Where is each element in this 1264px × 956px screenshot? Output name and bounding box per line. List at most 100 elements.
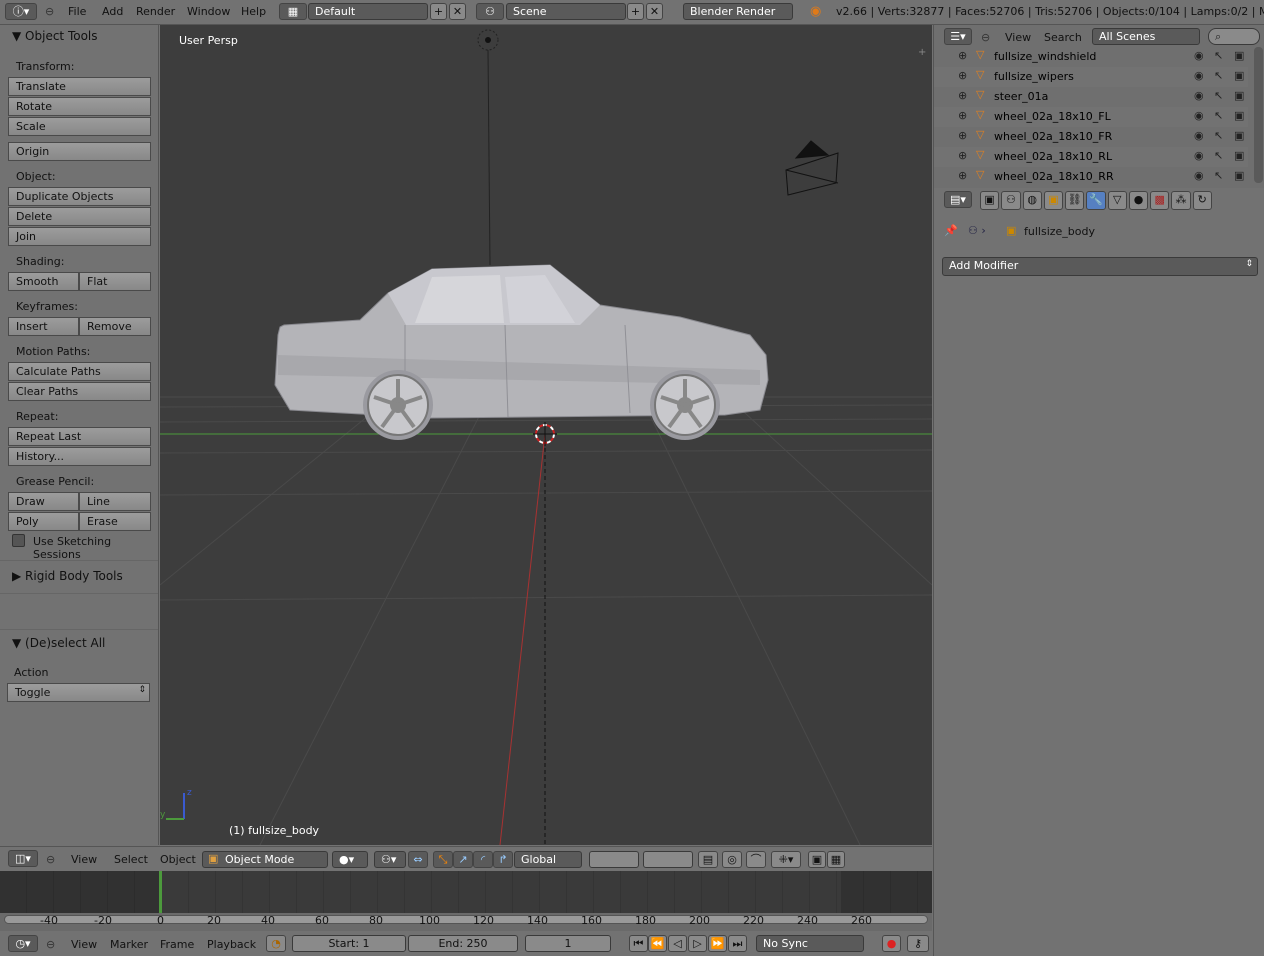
list-item[interactable]: ⊕ ▽ wheel_02a_18x10_FR ◉ ↖ ▣ (934, 127, 1248, 147)
join-button[interactable]: Join (8, 227, 151, 246)
manipulator-icon[interactable]: ⇔ (408, 851, 428, 868)
visibility-eye-icon[interactable]: ◉ (1194, 69, 1204, 82)
visibility-eye-icon[interactable]: ◉ (1194, 109, 1204, 122)
add-layout-button[interactable]: + (430, 3, 447, 20)
remove-keyframe-button[interactable]: Remove (79, 317, 151, 336)
list-item[interactable]: ⊕ ▽ fullsize_windshield ◉ ↖ ▣ (934, 47, 1248, 67)
collapse-icon[interactable]: ⊖ (46, 938, 55, 951)
render-camera-icon[interactable]: ▣ (1234, 109, 1244, 122)
menu-view[interactable]: View (71, 853, 97, 866)
select-cursor-icon[interactable]: ↖ (1214, 149, 1223, 162)
select-cursor-icon[interactable]: ↖ (1214, 49, 1223, 62)
outliner-scrollbar[interactable] (1254, 47, 1263, 183)
flat-button[interactable]: Flat (79, 272, 151, 291)
jump-start-icon[interactable]: ⏮ (629, 935, 648, 952)
render-camera-icon[interactable]: ▣ (1234, 69, 1244, 82)
outliner-search-field[interactable]: ⌕ (1208, 28, 1260, 45)
expand-icon[interactable]: ⊕ (958, 109, 967, 122)
constraints-tab-icon[interactable]: ⛓ (1065, 191, 1085, 210)
scene-tab-icon[interactable]: ⚇ (1001, 191, 1021, 210)
origin-button[interactable]: Origin (8, 142, 151, 161)
menu-help[interactable]: Help (241, 5, 266, 18)
clear-paths-button[interactable]: Clear Paths (8, 382, 151, 401)
play-icon[interactable]: ▷ (688, 935, 707, 952)
tl-menu-view[interactable]: View (71, 938, 97, 951)
select-cursor-icon[interactable]: ↖ (1214, 69, 1223, 82)
preview-range-icon[interactable]: ◔ (266, 935, 286, 952)
list-item[interactable]: ⊕ ▽ steer_01a ◉ ↖ ▣ (934, 87, 1248, 107)
render-engine-select[interactable]: Blender Render (683, 3, 793, 20)
collapse-icon[interactable]: ⊖ (46, 853, 55, 866)
sketching-checkbox[interactable] (12, 534, 25, 547)
render-tab-icon[interactable]: ▣ (980, 191, 1000, 210)
menu-window[interactable]: Window (187, 5, 230, 18)
current-frame-field[interactable]: 1 (525, 935, 611, 952)
properties-editor-icon[interactable]: ▤▾ (944, 191, 972, 208)
select-cursor-icon[interactable]: ↖ (1214, 129, 1223, 142)
render-anim-icon[interactable]: ▦ (827, 851, 845, 868)
play-reverse-icon[interactable]: ◁ (668, 935, 687, 952)
visibility-eye-icon[interactable]: ◉ (1194, 129, 1204, 142)
rotate-button[interactable]: Rotate (8, 97, 151, 116)
3d-viewport[interactable]: z y User Persp (1) fullsize_body + (160, 25, 932, 845)
tl-menu-frame[interactable]: Frame (160, 938, 194, 951)
erase-button[interactable]: Erase (79, 512, 151, 531)
add-modifier-select[interactable]: Add Modifier ⇕ (942, 257, 1258, 276)
menu-object[interactable]: Object (160, 853, 196, 866)
deselect-all-header[interactable]: ▼ (De)select All (12, 636, 105, 650)
tl-menu-marker[interactable]: Marker (110, 938, 148, 951)
keying-set-icon[interactable]: ⚷ (907, 935, 929, 952)
collapse-icon[interactable]: ⊖ (981, 31, 990, 44)
screen-layout-field[interactable]: Default (308, 3, 428, 20)
expand-icon[interactable]: ⊕ (958, 169, 967, 182)
render-opengl-icon[interactable]: ▣ (808, 851, 826, 868)
history-button[interactable]: History... (8, 447, 151, 466)
end-frame-field[interactable]: End: 250 (408, 935, 518, 952)
visibility-eye-icon[interactable]: ◉ (1194, 169, 1204, 182)
calculate-paths-button[interactable]: Calculate Paths (8, 362, 151, 381)
sync-select[interactable]: No Sync (756, 935, 864, 952)
snap-element-icon[interactable]: ⁜▾ (771, 851, 801, 868)
list-item[interactable]: ⊕ ▽ wheel_02a_18x10_RL ◉ ↖ ▣ (934, 147, 1248, 167)
record-icon[interactable]: ● (882, 935, 901, 952)
world-tab-icon[interactable]: ◍ (1022, 191, 1042, 210)
list-item[interactable]: ⊕ ▽ wheel_02a_18x10_FL ◉ ↖ ▣ (934, 107, 1248, 127)
line-button[interactable]: Line (79, 492, 151, 511)
list-item[interactable]: ⊕ ▽ wheel_02a_18x10_RR ◉ ↖ ▣ (934, 167, 1248, 187)
scene-icon[interactable]: ⚇ (476, 3, 504, 20)
expand-icon[interactable]: ⊕ (958, 129, 967, 142)
render-camera-icon[interactable]: ▣ (1234, 149, 1244, 162)
proportional-icon[interactable]: ◎ (722, 851, 742, 868)
outliner-menu-search[interactable]: Search (1044, 31, 1082, 44)
outliner-editor-icon[interactable]: ☰▾ (944, 28, 972, 45)
select-cursor-icon[interactable]: ↖ (1214, 89, 1223, 102)
add-scene-button[interactable]: + (627, 3, 644, 20)
lock-layers-icon[interactable]: ▤ (698, 851, 718, 868)
layers-grid-2[interactable] (643, 851, 693, 868)
texture-tab-icon[interactable]: ▩ (1150, 191, 1170, 210)
collapse-icon[interactable]: ⊖ (45, 5, 54, 18)
outliner-filter-select[interactable]: All Scenes (1092, 28, 1200, 45)
outliner-menu-view[interactable]: View (1005, 31, 1031, 44)
poly-button[interactable]: Poly (8, 512, 79, 531)
scale-manip-icon[interactable]: ◜ (473, 851, 493, 868)
proportional-falloff-icon[interactable]: ⌒ (746, 851, 766, 868)
translate-button[interactable]: Translate (8, 77, 151, 96)
list-item[interactable]: ⊕ ▽ fullsize_wipers ◉ ↖ ▣ (934, 67, 1248, 87)
jump-prev-key-icon[interactable]: ⏪ (648, 935, 667, 952)
jump-next-key-icon[interactable]: ⏩ (708, 935, 727, 952)
timeline-editor-icon[interactable]: ◷▾ (8, 935, 38, 952)
info-editor-icon[interactable]: ⓘ▾ (5, 3, 37, 20)
current-frame-line[interactable] (159, 871, 162, 913)
orientation-select[interactable]: Global (514, 851, 582, 868)
menu-add[interactable]: Add (102, 5, 123, 18)
select-cursor-icon[interactable]: ↖ (1214, 109, 1223, 122)
expand-icon[interactable]: ⊕ (958, 49, 967, 62)
particles-tab-icon[interactable]: ⁂ (1171, 191, 1191, 210)
tl-menu-playback[interactable]: Playback (207, 938, 256, 951)
object-tab-icon[interactable]: ▣ (1043, 191, 1064, 210)
mode-select[interactable]: ▣ Object Mode (202, 851, 328, 868)
timeline-area[interactable]: -40 -20 0 20 40 60 80 100 120 140 160 18… (0, 871, 932, 931)
render-camera-icon[interactable]: ▣ (1234, 49, 1244, 62)
layers-grid-1[interactable] (589, 851, 639, 868)
